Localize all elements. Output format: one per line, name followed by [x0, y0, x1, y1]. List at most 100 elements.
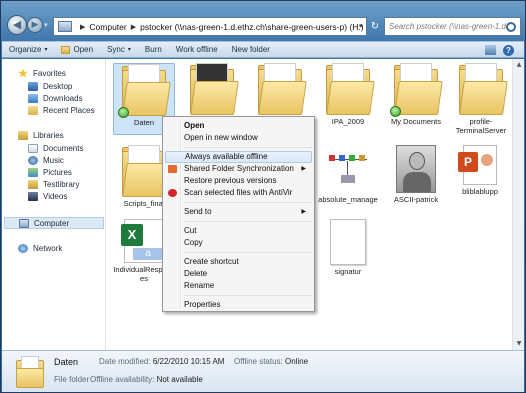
address-bar[interactable]: ▶ Computer ▶ pstocker (\\nas-green-1.d.e…	[53, 17, 367, 36]
file-item-signatur[interactable]: signatur	[317, 219, 379, 276]
nav-libraries-label: Libraries	[33, 130, 64, 140]
menu-item-rename[interactable]: Rename	[165, 280, 312, 292]
vertical-scrollbar[interactable]: ▲ ▼	[512, 59, 524, 350]
views-icon[interactable]	[485, 45, 496, 55]
nav-network[interactable]: Network	[18, 242, 62, 254]
file-item-hidden-2[interactable]	[249, 63, 311, 115]
sync-status-icon	[390, 106, 401, 117]
menu-item-always-offline[interactable]: Always available offline	[165, 151, 312, 163]
context-menu: Open Open in new window Always available…	[162, 116, 315, 312]
sync-label: Sync	[107, 45, 125, 54]
menu-item-open-new-window[interactable]: Open in new window	[165, 132, 312, 144]
nav-pictures[interactable]: Pictures	[28, 166, 72, 178]
nav-network-label: Network	[33, 243, 63, 253]
forward-button[interactable]: ▶	[27, 17, 43, 33]
menu-item-send-to[interactable]: Send to ▶	[165, 206, 312, 218]
submenu-arrow-icon: ▶	[301, 208, 306, 215]
details-date-value: 6/22/2010 10:15 AM	[152, 357, 225, 366]
sync-status-icon	[118, 107, 129, 118]
file-item-mydocs[interactable]: My Documents	[385, 63, 447, 126]
nav-desktop[interactable]: Desktop	[28, 80, 72, 92]
menu-item-open[interactable]: Open	[165, 120, 312, 132]
breadcrumb-separator-icon[interactable]: ▶	[131, 23, 136, 31]
nav-downloads[interactable]: Downloads	[28, 92, 83, 104]
libraries-icon	[18, 130, 28, 140]
computer-icon	[19, 218, 29, 228]
nav-music[interactable]: Music	[28, 154, 64, 166]
file-item-hidden-1[interactable]	[181, 63, 243, 115]
file-name: signatur	[334, 267, 362, 276]
nav-music-label: Music	[43, 155, 64, 165]
recent-pages-icon[interactable]: ▾	[44, 21, 48, 29]
breadcrumb-computer[interactable]: Computer	[89, 22, 126, 32]
menu-item-shared-sync[interactable]: Shared Folder Synchronization ▶	[165, 163, 312, 175]
star-icon	[18, 68, 28, 78]
folder-icon	[390, 63, 443, 117]
details-name: Daten	[54, 357, 79, 367]
explorer-window: ◀ ▶ ▾ ▶ Computer ▶ pstocker (\\nas-green…	[0, 0, 526, 393]
menu-item-cut[interactable]: Cut	[165, 225, 312, 237]
menu-item-properties[interactable]: Properties	[165, 299, 312, 311]
nav-documents[interactable]: Documents	[28, 142, 83, 154]
new-folder-button[interactable]: New folder	[225, 45, 277, 54]
folder-icon	[190, 63, 239, 115]
pictures-icon	[28, 167, 38, 177]
file-item-absolute[interactable]: absolute_manage	[317, 145, 379, 204]
search-box[interactable]: Search pstocker (\\nas-green-1.d.ethz...	[384, 17, 521, 36]
nav-videos[interactable]: Videos	[28, 190, 67, 202]
menu-item-restore[interactable]: Restore previous versions	[165, 175, 312, 187]
menu-item-create-shortcut[interactable]: Create shortcut	[165, 256, 312, 268]
help-icon[interactable]: ?	[503, 45, 514, 56]
file-item-profile[interactable]: profile-TerminalServer	[449, 63, 513, 135]
scroll-up-icon[interactable]: ▲	[514, 60, 524, 70]
details-availability: Offline availability: Not available	[90, 375, 203, 384]
file-name: IPA_2009	[331, 117, 365, 126]
folder-icon	[122, 145, 171, 197]
documents-icon	[28, 143, 38, 153]
nav-computer[interactable]: Computer	[4, 217, 104, 229]
file-item-ascii[interactable]: ASCII-patrick	[385, 145, 447, 204]
menu-separator	[185, 221, 312, 222]
back-button[interactable]: ◀	[7, 15, 27, 35]
refresh-icon[interactable]: ↻	[368, 17, 382, 36]
details-offline-status-label: Offline status:	[234, 357, 283, 366]
powerpoint-icon: P	[458, 145, 497, 185]
file-item-bliblab[interactable]: P bliblablupp	[449, 145, 511, 196]
open-button[interactable]: Open	[54, 45, 100, 54]
address-dropdown-icon[interactable]: ▾	[355, 17, 367, 36]
menu-item-delete[interactable]: Delete	[165, 268, 312, 280]
command-bar: Organize ▾ Open Sync ▾ Burn Work offline N…	[2, 41, 524, 58]
scroll-down-icon[interactable]: ▼	[514, 339, 524, 349]
folder-icon	[326, 63, 375, 115]
menu-item-scan[interactable]: Scan selected files with AntiVir	[165, 187, 312, 199]
burn-button[interactable]: Burn	[138, 45, 169, 54]
open-label: Open	[73, 45, 94, 54]
details-offline-status: Offline status: Online	[234, 357, 308, 366]
menu-separator	[185, 252, 312, 253]
file-item-ipa[interactable]: IPA_2009	[317, 63, 379, 126]
organize-button[interactable]: Organize ▾	[2, 45, 54, 54]
menu-separator	[185, 147, 312, 148]
videos-icon	[28, 191, 38, 201]
menu-separator	[185, 202, 312, 203]
search-icon[interactable]	[506, 21, 516, 32]
file-name: ASCII-patrick	[393, 195, 439, 204]
sync-button[interactable]: Sync ▾	[100, 45, 138, 54]
nav-favorites[interactable]: Favorites	[18, 67, 66, 79]
folder-icon	[459, 63, 508, 115]
submenu-arrow-icon: ▶	[301, 165, 306, 172]
nav-recent-places[interactable]: Recent Places	[28, 104, 95, 116]
menu-item-copy[interactable]: Copy	[165, 237, 312, 249]
nav-libraries[interactable]: Libraries	[18, 129, 64, 141]
antivir-icon	[168, 189, 177, 197]
chevron-down-icon: ▾	[44, 46, 48, 53]
work-offline-label: Work offline	[175, 45, 218, 54]
breadcrumb-separator-icon[interactable]: ▶	[80, 23, 85, 31]
nav-testlibrary[interactable]: Testlibrary	[28, 178, 79, 190]
file-name: absolute_manage	[318, 195, 378, 204]
menu-item-scan-label: Scan selected files with AntiVir	[184, 188, 293, 197]
diagram-thumbnail-icon	[325, 145, 371, 193]
work-offline-button[interactable]: Work offline	[169, 45, 225, 54]
music-icon	[28, 155, 38, 165]
breadcrumb-drive[interactable]: pstocker (\\nas-green-1.d.ethz.ch\share-…	[140, 22, 363, 32]
